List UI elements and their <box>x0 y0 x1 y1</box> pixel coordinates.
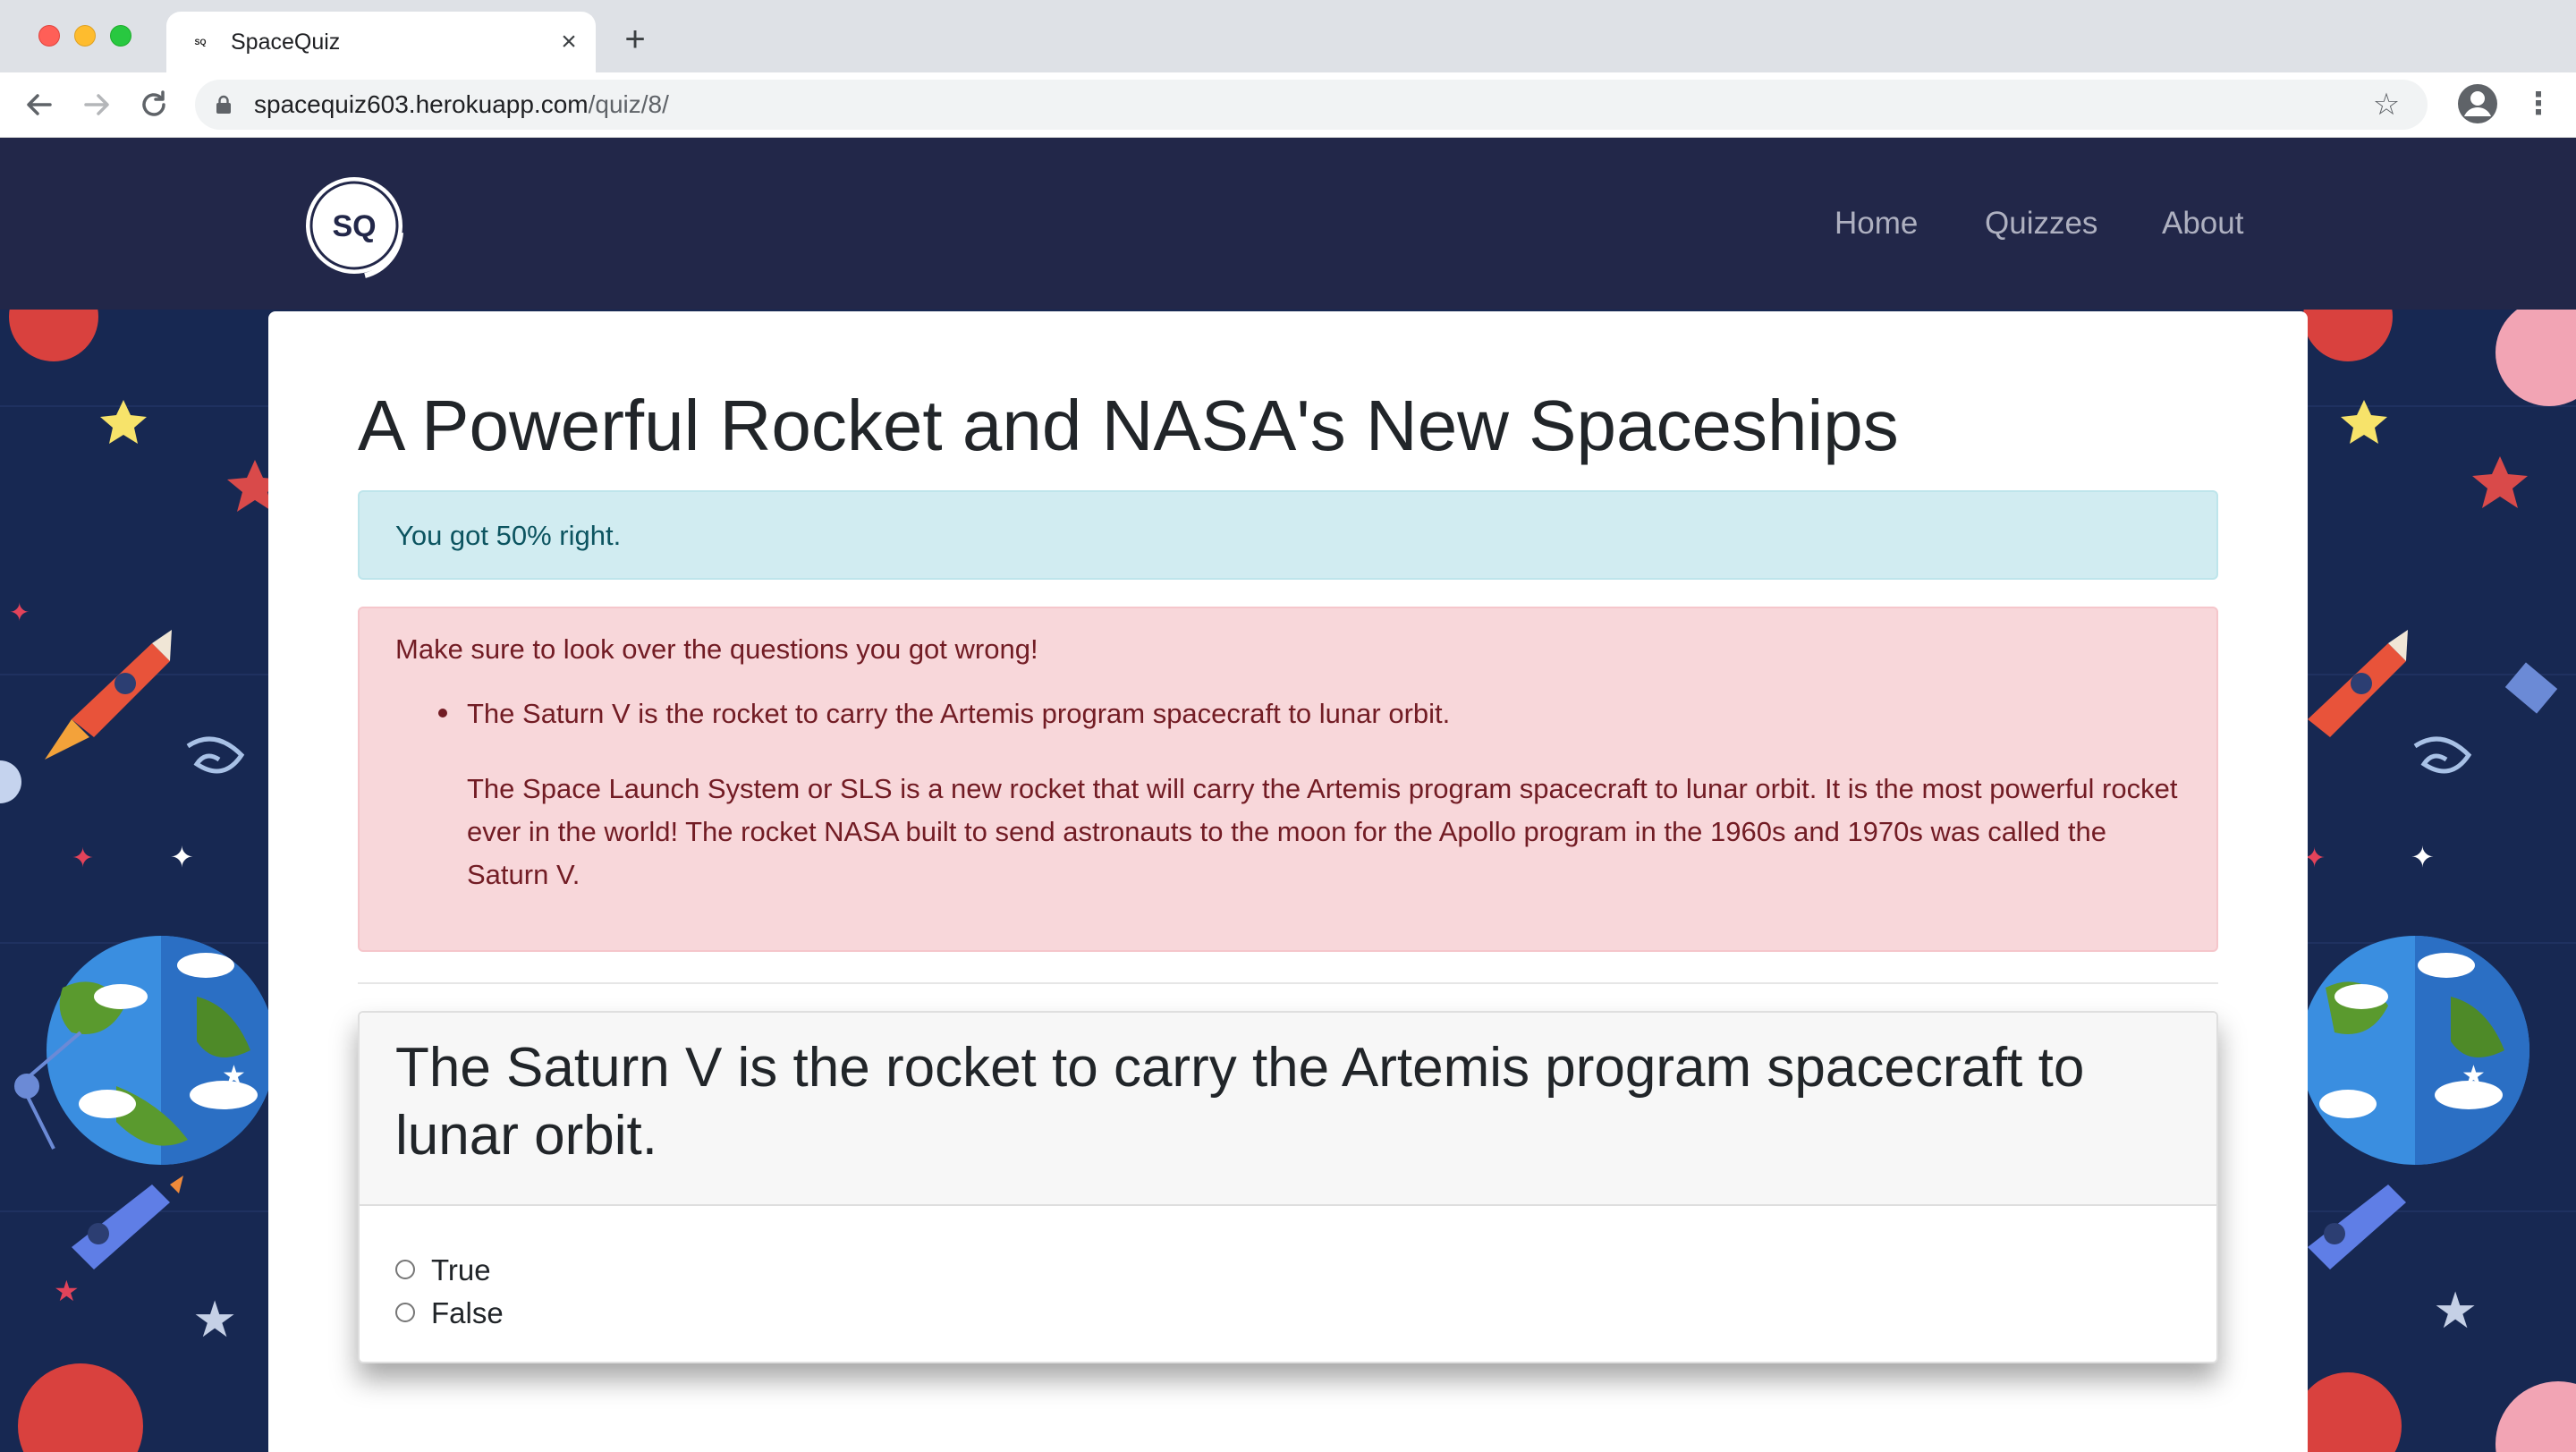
window-maximize-button[interactable] <box>110 25 131 47</box>
svg-text:★: ★ <box>2433 1282 2478 1340</box>
option-label-false: False <box>431 1296 504 1329</box>
main-content: A Powerful Rocket and NASA's New Spacesh… <box>268 311 2308 1452</box>
wrong-answers-intro: Make sure to look over the questions you… <box>395 633 1038 665</box>
wrong-answers-alert: Make sure to look over the questions you… <box>358 607 2218 952</box>
score-alert: You got 50% right. <box>358 490 2218 580</box>
earth-icon <box>47 936 275 1165</box>
site-logo[interactable]: SQ <box>301 170 415 284</box>
svg-text:★: ★ <box>192 1291 237 1349</box>
divider <box>358 982 2218 984</box>
svg-text:SQ: SQ <box>332 209 376 243</box>
lock-icon <box>216 95 231 114</box>
window-minimize-button[interactable] <box>74 25 96 47</box>
address-bar[interactable]: spacequiz603.herokuapp.com/quiz/8/ ☆ <box>195 80 2428 130</box>
web-page: ✦ ✦ ✦ ★ ★ ★ ✦ ✦ ★ ★ SQ Home Quizzes Abou… <box>0 138 2576 1452</box>
radio-true[interactable] <box>395 1260 415 1279</box>
nav-link-quizzes[interactable]: Quizzes <box>1985 204 2097 243</box>
svg-text:✦: ✦ <box>72 843 94 874</box>
radio-false[interactable] <box>395 1303 415 1322</box>
svg-text:✦: ✦ <box>9 598 30 627</box>
earth-right-icon <box>2301 936 2529 1165</box>
forward-arrow-icon[interactable] <box>75 83 118 126</box>
nav-link-home[interactable]: Home <box>1835 204 1918 243</box>
svg-text:★: ★ <box>2462 1060 2486 1091</box>
option-label-true: True <box>431 1253 491 1286</box>
svg-text:★: ★ <box>222 1060 246 1091</box>
page-title: A Powerful Rocket and NASA's New Spacesh… <box>358 386 1899 465</box>
wrong-explanation: The Space Launch System or SLS is a new … <box>467 773 2178 890</box>
question-card-header: The Saturn V is the rocket to carry the … <box>360 1013 2216 1206</box>
list-bullet <box>438 709 447 718</box>
url-host: spacequiz603.herokuapp.com <box>254 90 589 118</box>
question-card: The Saturn V is the rocket to carry the … <box>358 1011 2218 1363</box>
score-text: You got 50% right. <box>395 520 622 551</box>
url-text: spacequiz603.herokuapp.com/quiz/8/ <box>254 89 669 120</box>
browser-tab-strip: SQ SpaceQuiz × + <box>0 0 2576 72</box>
svg-text:✦: ✦ <box>2411 840 2435 874</box>
url-path: /quiz/8/ <box>588 90 669 118</box>
site-navbar: SQ Home Quizzes About <box>0 138 2576 310</box>
back-arrow-icon[interactable] <box>18 83 61 126</box>
new-tab-icon[interactable]: + <box>617 21 653 57</box>
question-text: The Saturn V is the rocket to carry the … <box>395 1037 2085 1167</box>
tab-title: SpaceQuiz <box>231 30 341 55</box>
svg-text:✦: ✦ <box>170 840 194 874</box>
browser-tab[interactable]: SQ SpaceQuiz × <box>166 12 596 72</box>
close-tab-icon[interactable]: × <box>553 26 585 58</box>
wrong-question: The Saturn V is the rocket to carry the … <box>467 698 1451 729</box>
profile-avatar-icon[interactable] <box>2456 82 2499 125</box>
svg-text:★: ★ <box>54 1274 80 1308</box>
nav-link-about[interactable]: About <box>2162 204 2243 243</box>
browser-toolbar: spacequiz603.herokuapp.com/quiz/8/ ☆ <box>0 72 2576 138</box>
favicon-icon: SQ <box>194 38 207 47</box>
bookmark-star-icon[interactable]: ☆ <box>2368 87 2404 123</box>
browser-menu-icon[interactable]: ⋮ <box>2522 84 2555 123</box>
window-close-button[interactable] <box>38 25 60 47</box>
reload-icon[interactable] <box>132 83 175 126</box>
